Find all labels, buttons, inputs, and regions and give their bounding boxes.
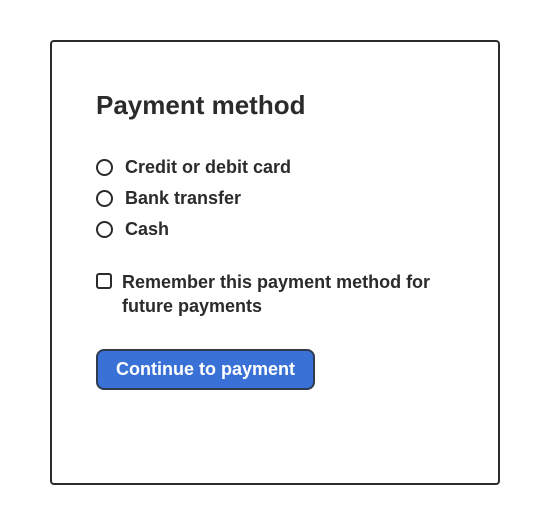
continue-to-payment-button[interactable]: Continue to payment <box>96 349 315 390</box>
checkbox-label: Remember this payment method for future … <box>122 270 454 319</box>
page-title: Payment method <box>96 90 454 121</box>
payment-method-card: Payment method Credit or debit card Bank… <box>50 40 500 485</box>
radio-icon <box>96 190 113 207</box>
option-cash[interactable]: Cash <box>96 219 454 240</box>
option-bank-transfer[interactable]: Bank transfer <box>96 188 454 209</box>
checkbox-icon <box>96 273 112 289</box>
option-label: Bank transfer <box>125 188 241 209</box>
option-label: Credit or debit card <box>125 157 291 178</box>
radio-icon <box>96 221 113 238</box>
remember-payment-checkbox[interactable]: Remember this payment method for future … <box>96 270 454 319</box>
option-label: Cash <box>125 219 169 240</box>
option-credit-or-debit-card[interactable]: Credit or debit card <box>96 157 454 178</box>
payment-options: Credit or debit card Bank transfer Cash <box>96 157 454 240</box>
radio-icon <box>96 159 113 176</box>
